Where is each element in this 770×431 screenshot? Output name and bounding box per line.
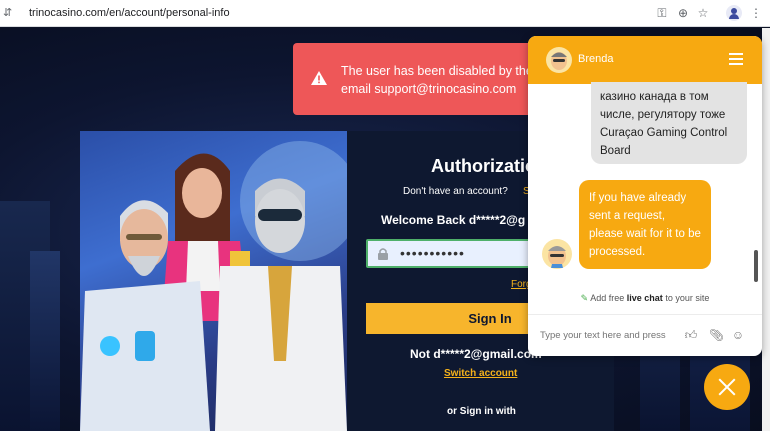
bookmark-star-icon[interactable]: ☆ (695, 5, 711, 21)
browser-address-bar: ⇵ trinocasino.com/en/account/personal-in… (0, 0, 770, 27)
warning-icon (311, 71, 327, 85)
toast-message-line2: email support@trinocasino.com (341, 82, 517, 96)
building-shape (30, 251, 60, 431)
auth-hero-image (80, 131, 347, 431)
more-menu-icon[interactable]: ⋮ (748, 5, 764, 21)
no-account-text: Don't have an account? (403, 186, 508, 197)
key-icon[interactable]: ⚿ (654, 5, 670, 21)
zoom-icon[interactable]: ⊕ (675, 5, 691, 21)
chat-scrollbar[interactable] (754, 250, 758, 282)
leaf-icon: ✎ (580, 293, 589, 303)
error-toast: The user has been disabled by the email … (293, 43, 533, 115)
toast-message-line1: The user has been disabled by the (341, 64, 533, 78)
livechat-promo[interactable]: ✎ Add free live chat to your site (528, 293, 762, 304)
attachment-icon[interactable]: 📎︎ (709, 328, 724, 342)
lock-icon (378, 248, 388, 260)
agent-message-avatar-glyph (548, 246, 566, 268)
or-sign-in-with-text: or Sign in with (447, 406, 516, 417)
welcome-text: Welcome Back d*****2@g (381, 213, 526, 227)
chat-widget: Brenda казино канада в том числе, регуля… (528, 36, 762, 356)
agent-message-avatar (542, 239, 572, 269)
url-text[interactable]: trinocasino.com/en/account/personal-info (29, 6, 230, 20)
chat-message-incoming: казино канада в том числе, регулятору то… (591, 82, 747, 164)
agent-name: Brenda (578, 53, 614, 65)
characters-illustration (80, 141, 347, 431)
not-user-text: Not d*****2@gmail.com (410, 347, 542, 361)
toast-message: The user has been disabled by the email … (341, 62, 533, 98)
profile-avatar[interactable] (726, 5, 742, 21)
promo-bold: live chat (626, 293, 663, 303)
chat-header: Brenda (528, 36, 762, 84)
promo-prefix: Add free (590, 293, 625, 303)
switch-account-link[interactable]: Switch account (444, 368, 517, 379)
thumbs-up-icon[interactable]: 👍︎ (684, 328, 698, 342)
close-chat-button[interactable] (704, 364, 750, 410)
site-settings-icon[interactable]: ⇵ (3, 7, 16, 20)
agent-avatar (546, 47, 572, 73)
promo-suffix: to your site (665, 293, 710, 303)
password-value[interactable]: ••••••••••• (400, 245, 465, 261)
agent-avatar-glyph (551, 52, 567, 70)
chat-message-agent: If you have already sent a request, plea… (579, 180, 711, 269)
chat-message-input[interactable] (540, 330, 676, 341)
page-scrollbar[interactable] (762, 28, 770, 431)
hamburger-menu-icon[interactable] (729, 53, 743, 65)
chat-divider (528, 314, 762, 315)
emoji-icon[interactable]: ☺ (731, 328, 745, 342)
